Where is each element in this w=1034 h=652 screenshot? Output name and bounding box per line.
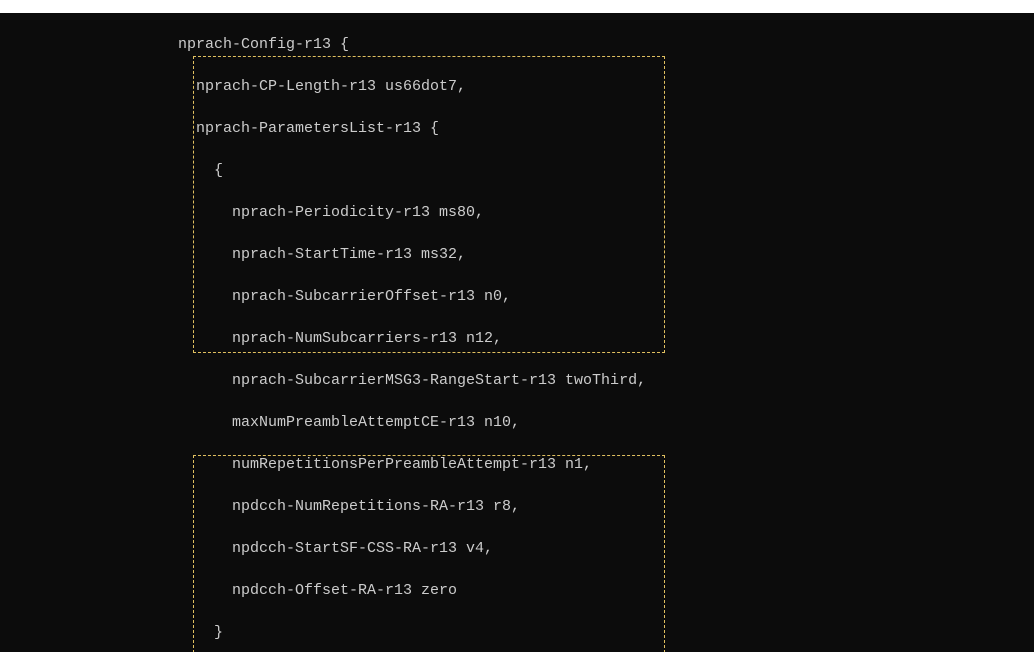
code-line: maxNumPreambleAttemptCE-r13 n10, xyxy=(232,414,520,431)
code-line: nprach-SubcarrierOffset-r13 n0, xyxy=(232,288,511,305)
code-line: nprach-ParametersList-r13 { xyxy=(196,120,439,137)
code-line: npdcch-NumRepetitions-RA-r13 r8, xyxy=(232,498,520,515)
code-line: numRepetitionsPerPreambleAttempt-r13 n1, xyxy=(232,456,592,473)
code-line: { xyxy=(214,162,223,179)
code-line: npdcch-StartSF-CSS-RA-r13 v4, xyxy=(232,540,493,557)
config-code-block: nprach-Config-r13 { nprach-CP-Length-r13… xyxy=(0,13,1034,652)
code-line: nprach-NumSubcarriers-r13 n12, xyxy=(232,330,502,347)
code-line: nprach-Config-r13 { xyxy=(178,36,349,53)
code-line: nprach-StartTime-r13 ms32, xyxy=(232,246,466,263)
code-terminal: nprach-Config-r13 { nprach-CP-Length-r13… xyxy=(0,13,1034,652)
code-line: nprach-CP-Length-r13 us66dot7, xyxy=(196,78,466,95)
code-line: npdcch-Offset-RA-r13 zero xyxy=(232,582,457,599)
code-line: nprach-Periodicity-r13 ms80, xyxy=(232,204,484,221)
code-line: nprach-SubcarrierMSG3-RangeStart-r13 two… xyxy=(232,372,646,389)
code-line: } xyxy=(214,624,223,641)
